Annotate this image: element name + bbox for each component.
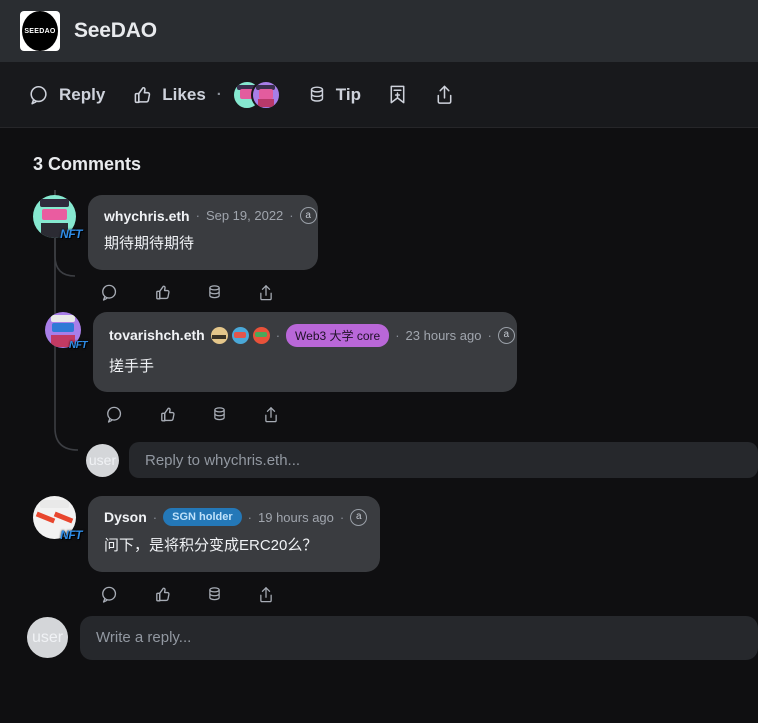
role-tag[interactable]: SGN holder [163, 508, 242, 526]
share-button[interactable] [434, 83, 455, 106]
meta-separator: · [487, 327, 492, 343]
bookmark-button[interactable] [387, 83, 408, 106]
comments-heading: 3 Comments [33, 154, 142, 174]
seedao-logo[interactable]: SEEDAO [20, 11, 60, 51]
arweave-permanence-icon[interactable]: a [299, 207, 317, 224]
avatar-visor [52, 323, 74, 333]
reply-icon [28, 84, 50, 106]
avatar-visor [41, 208, 68, 220]
liker-avatar-2-body [257, 99, 274, 108]
tip-icon [307, 84, 327, 106]
meta-separator: · [395, 327, 400, 343]
comment-author[interactable]: tovarishch.eth [109, 327, 205, 343]
comment-meta: tovarishch.eth · Web3 大学 core · 23 hours… [109, 323, 515, 347]
comment-timestamp: 23 hours ago [405, 327, 482, 343]
comment-reply-button[interactable] [100, 585, 119, 604]
comment-bubble: Dyson · SGN holder · 19 hours ago · a 问下… [88, 496, 380, 572]
meta-separator: · [152, 509, 158, 525]
role-tag[interactable]: Web3 大学 core [286, 323, 390, 347]
page-title: SeeDAO [74, 19, 157, 42]
meta-separator: · [247, 509, 252, 525]
comment-share-button[interactable] [257, 585, 275, 604]
reply-button-label: Reply [59, 84, 106, 104]
comment-like-button[interactable] [153, 585, 172, 604]
seedao-logo-text: SEEDAO [24, 27, 56, 35]
liker-avatars[interactable] [231, 79, 281, 110]
comment-like-button[interactable] [158, 405, 177, 424]
comment-body: Dyson · SGN holder · 19 hours ago · a 问下… [88, 496, 380, 604]
liker-avatar-2-face [258, 89, 274, 99]
avatar-laser-left [35, 511, 55, 524]
tip-button[interactable]: Tip [307, 84, 361, 106]
meta-separator: · [195, 208, 200, 223]
inline-reply-row: user Reply to whychris.eth... [0, 442, 758, 478]
comment-reply-button[interactable] [105, 405, 124, 424]
arweave-permanence-icon[interactable]: a [350, 508, 368, 526]
meta-separator: · [339, 509, 345, 525]
avatar[interactable]: NFT [33, 496, 82, 542]
likes-button[interactable]: Likes · [131, 79, 281, 110]
avatar-hat [39, 500, 70, 509]
comment-reply-button[interactable] [100, 283, 119, 302]
comment-tip-button[interactable] [206, 585, 223, 604]
nft-badge: NFT [69, 339, 87, 351]
reply-button[interactable]: Reply [28, 84, 105, 106]
comment-item: NFT tovarishch.eth · Web3 大学 core · 23 h… [0, 311, 758, 425]
comment-meta: whychris.eth · Sep 19, 2022 · a [104, 207, 317, 224]
comment-author[interactable]: Dyson [104, 509, 147, 525]
meta-separator: · [275, 327, 281, 343]
comment-text: 搓手手 [109, 357, 155, 375]
emoji-badge-icon [210, 326, 228, 344]
comment-text: 期待期待期待 [104, 235, 195, 252]
comments-section: 3 Comments NFT whychris.eth · Sep 19, 20… [0, 128, 758, 660]
comment-timestamp: Sep 19, 2022 [205, 208, 284, 223]
avatar-hat [39, 199, 70, 208]
arweave-permanence-icon[interactable]: a [497, 326, 515, 344]
comment-item: NFT whychris.eth · Sep 19, 2022 · a 期待期待… [0, 195, 758, 302]
comment-tip-button[interactable] [211, 405, 228, 424]
comment-actions [88, 270, 318, 302]
comment-like-button[interactable] [153, 283, 172, 302]
comment-actions [93, 392, 517, 424]
comment-item: NFT Dyson · SGN holder · 19 hours ago · … [0, 496, 758, 604]
avatar-laser-right [53, 511, 73, 524]
likes-separator: · [216, 86, 222, 103]
comment-text: 问下，是将积分变成ERC20么？ [104, 537, 318, 554]
tip-button-label: Tip [335, 84, 361, 104]
share-icon [434, 83, 455, 106]
comment-bubble: tovarishch.eth · Web3 大学 core · 23 hours… [93, 311, 517, 392]
bookmark-plus-icon [387, 83, 408, 106]
comment-actions [88, 572, 380, 604]
liker-avatar-2[interactable] [250, 79, 281, 110]
comment-bubble: whychris.eth · Sep 19, 2022 · a 期待期待期待 [88, 195, 318, 270]
comment-share-button[interactable] [257, 283, 275, 302]
comment-share-button[interactable] [262, 405, 280, 424]
nft-badge: NFT [60, 528, 82, 542]
likes-button-label: Likes [162, 84, 206, 104]
like-icon [131, 84, 153, 106]
avatar-hat [50, 315, 76, 322]
avatar[interactable]: NFT [33, 195, 82, 241]
seedao-logo-circle: SEEDAO [22, 11, 58, 51]
comment-timestamp: 19 hours ago [258, 509, 334, 525]
comment-tip-button[interactable] [206, 283, 223, 302]
emoji-badge-icon [252, 326, 270, 344]
inline-reply-input[interactable]: Reply to whychris.eth... [129, 442, 758, 478]
current-user-avatar[interactable]: user [27, 617, 68, 658]
app-header: SEEDAO SeeDAO [0, 0, 758, 62]
comment-body: whychris.eth · Sep 19, 2022 · a 期待期待期待 [88, 195, 318, 302]
comment-meta: Dyson · SGN holder · 19 hours ago · a [104, 508, 368, 526]
current-user-avatar[interactable]: user [86, 443, 119, 477]
comment-author[interactable]: whychris.eth [104, 208, 190, 224]
reply-composer: user Write a reply... [0, 604, 758, 660]
comment-body: tovarishch.eth · Web3 大学 core · 23 hours… [93, 311, 517, 425]
author-emoji-badges [210, 326, 270, 344]
nft-badge: NFT [60, 227, 82, 241]
emoji-badge-icon [231, 326, 249, 344]
reply-composer-input[interactable]: Write a reply... [80, 615, 758, 660]
meta-separator: · [289, 208, 294, 223]
post-action-bar: Reply Likes · Tip [0, 62, 758, 128]
avatar[interactable]: NFT [45, 311, 87, 351]
